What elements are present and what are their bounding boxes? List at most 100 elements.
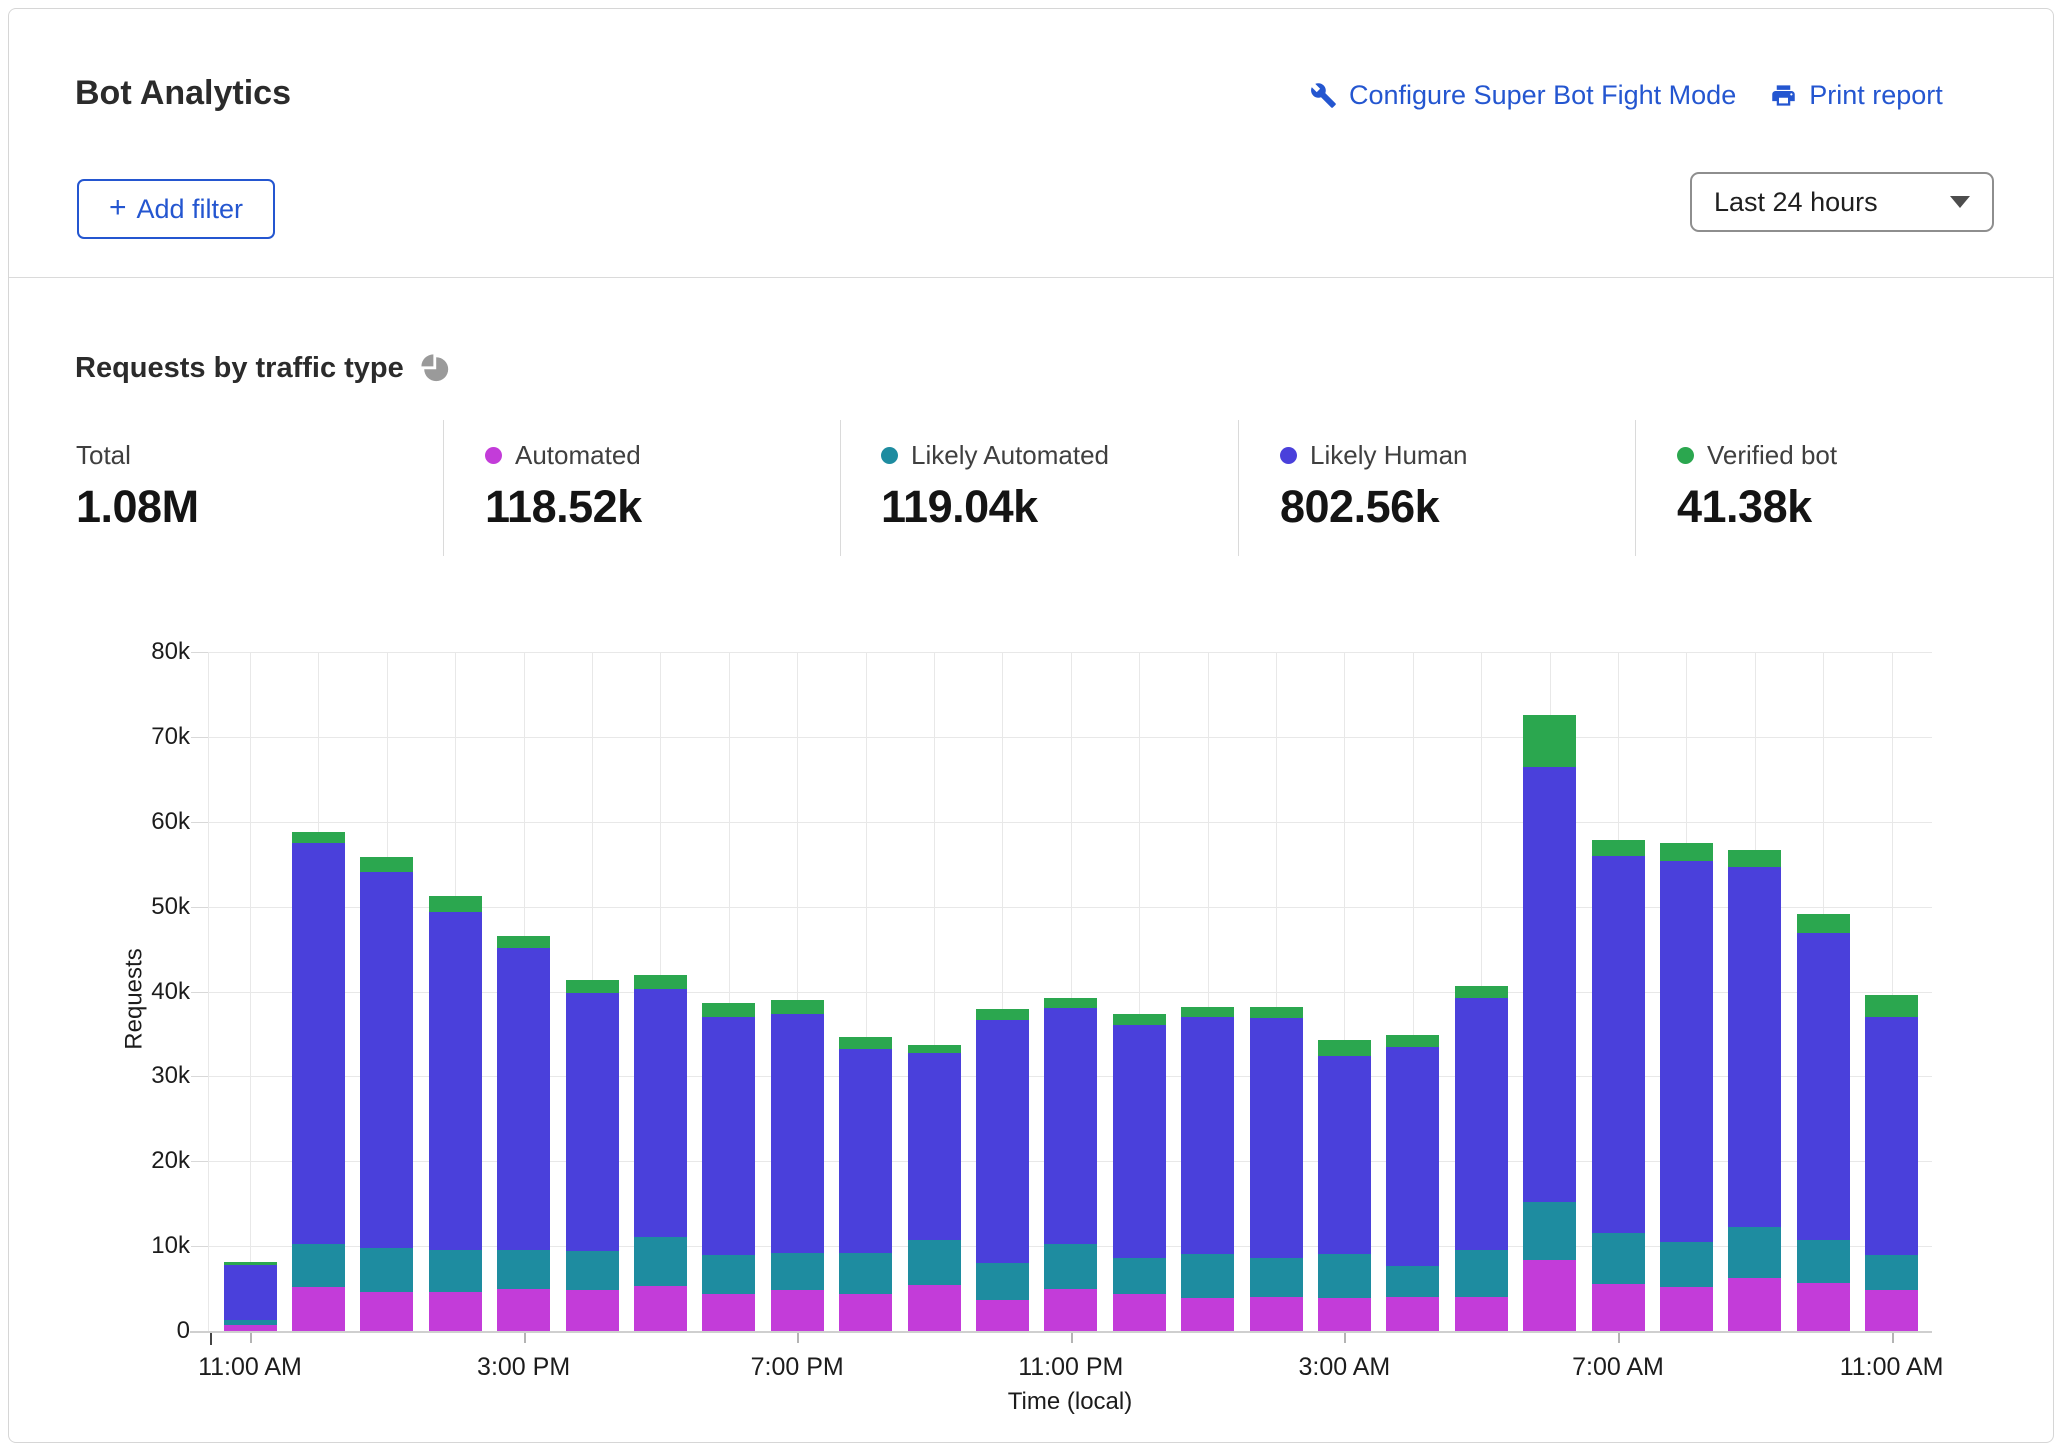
bar-segment-likely-human[interactable] (1455, 998, 1508, 1250)
bar-segment-automated[interactable] (1523, 1260, 1576, 1331)
stacked-bar[interactable] (1592, 652, 1645, 1331)
bar-segment-automated[interactable] (702, 1294, 755, 1331)
bar-segment-verified-bot[interactable] (429, 896, 482, 911)
bar-segment-likely-automated[interactable] (1044, 1244, 1097, 1289)
bar-segment-likely-human[interactable] (497, 948, 550, 1249)
bar-segment-likely-human[interactable] (771, 1014, 824, 1252)
bar-segment-automated[interactable] (1044, 1289, 1097, 1331)
bar-segment-verified-bot[interactable] (1728, 850, 1781, 867)
stacked-bar[interactable] (908, 652, 961, 1331)
bar-segment-verified-bot[interactable] (566, 980, 619, 994)
stacked-bar[interactable] (1318, 652, 1371, 1331)
bar-segment-automated[interactable] (1865, 1290, 1918, 1331)
bar-segment-verified-bot[interactable] (1523, 715, 1576, 767)
bar-segment-likely-automated[interactable] (1865, 1255, 1918, 1290)
bar-segment-automated[interactable] (1592, 1284, 1645, 1331)
stacked-bar[interactable] (1113, 652, 1166, 1331)
bar-segment-likely-automated[interactable] (1113, 1258, 1166, 1294)
bar-segment-automated[interactable] (1728, 1278, 1781, 1331)
bar-segment-likely-human[interactable] (1728, 867, 1781, 1228)
stacked-bar[interactable] (497, 652, 550, 1331)
bar-segment-automated[interactable] (1386, 1297, 1439, 1331)
bar-segment-likely-automated[interactable] (1181, 1254, 1234, 1298)
stacked-bar[interactable] (771, 652, 824, 1331)
bar-segment-likely-automated[interactable] (1728, 1227, 1781, 1277)
stacked-bar[interactable] (566, 652, 619, 1331)
bar-segment-automated[interactable] (1250, 1297, 1303, 1331)
bar-segment-likely-automated[interactable] (292, 1244, 345, 1287)
stacked-bar[interactable] (702, 652, 755, 1331)
bar-segment-likely-human[interactable] (1250, 1018, 1303, 1258)
bar-segment-automated[interactable] (1318, 1298, 1371, 1331)
bar-segment-likely-automated[interactable] (1250, 1258, 1303, 1297)
stacked-bar[interactable] (976, 652, 1029, 1331)
bar-segment-verified-bot[interactable] (360, 857, 413, 872)
bar-segment-verified-bot[interactable] (839, 1037, 892, 1050)
stacked-bar[interactable] (1865, 652, 1918, 1331)
bar-segment-automated[interactable] (497, 1289, 550, 1331)
bar-segment-likely-human[interactable] (292, 843, 345, 1244)
bar-segment-verified-bot[interactable] (976, 1009, 1029, 1021)
bar-segment-verified-bot[interactable] (1455, 986, 1508, 998)
bar-segment-automated[interactable] (429, 1292, 482, 1331)
bar-segment-verified-bot[interactable] (292, 832, 345, 843)
bar-segment-automated[interactable] (1113, 1294, 1166, 1331)
bar-segment-automated[interactable] (771, 1290, 824, 1331)
stacked-bar[interactable] (224, 652, 277, 1331)
stacked-bar[interactable] (1455, 652, 1508, 1331)
bar-segment-verified-bot[interactable] (634, 975, 687, 989)
bar-segment-likely-human[interactable] (1797, 933, 1850, 1240)
bar-segment-likely-automated[interactable] (1592, 1233, 1645, 1284)
bar-segment-verified-bot[interactable] (1386, 1035, 1439, 1047)
bar-segment-automated[interactable] (360, 1292, 413, 1331)
bar-segment-likely-automated[interactable] (566, 1251, 619, 1290)
bar-segment-automated[interactable] (1797, 1283, 1850, 1331)
stacked-bar[interactable] (634, 652, 687, 1331)
bar-segment-verified-bot[interactable] (702, 1003, 755, 1017)
bar-segment-automated[interactable] (908, 1285, 961, 1331)
bar-segment-likely-human[interactable] (1592, 856, 1645, 1234)
bar-segment-verified-bot[interactable] (1592, 840, 1645, 856)
stacked-bar[interactable] (1797, 652, 1850, 1331)
bar-segment-automated[interactable] (839, 1294, 892, 1331)
bar-segment-verified-bot[interactable] (1797, 914, 1850, 933)
bar-segment-verified-bot[interactable] (1044, 998, 1097, 1007)
bar-segment-verified-bot[interactable] (1250, 1007, 1303, 1018)
bar-segment-automated[interactable] (1181, 1298, 1234, 1331)
bar-segment-likely-automated[interactable] (1523, 1202, 1576, 1260)
bar-segment-likely-automated[interactable] (908, 1240, 961, 1285)
bar-segment-likely-automated[interactable] (634, 1237, 687, 1286)
stacked-bar[interactable] (292, 652, 345, 1331)
bar-segment-likely-human[interactable] (1318, 1056, 1371, 1254)
bar-segment-likely-human[interactable] (1386, 1047, 1439, 1266)
bar-segment-likely-automated[interactable] (839, 1253, 892, 1294)
bar-segment-likely-human[interactable] (1523, 767, 1576, 1202)
bar-segment-likely-automated[interactable] (976, 1263, 1029, 1299)
bar-segment-automated[interactable] (976, 1300, 1029, 1331)
bar-segment-likely-human[interactable] (839, 1049, 892, 1253)
bar-segment-likely-human[interactable] (1865, 1017, 1918, 1255)
bar-segment-verified-bot[interactable] (1660, 843, 1713, 861)
bar-segment-likely-human[interactable] (976, 1020, 1029, 1263)
bar-segment-verified-bot[interactable] (1865, 995, 1918, 1017)
bar-segment-likely-human[interactable] (634, 989, 687, 1237)
bar-segment-automated[interactable] (292, 1287, 345, 1331)
stacked-bar[interactable] (1181, 652, 1234, 1331)
bar-segment-verified-bot[interactable] (1181, 1007, 1234, 1017)
bar-segment-likely-automated[interactable] (1455, 1250, 1508, 1297)
bar-segment-likely-automated[interactable] (702, 1255, 755, 1294)
stacked-bar[interactable] (1523, 652, 1576, 1331)
bar-segment-verified-bot[interactable] (1318, 1040, 1371, 1056)
stacked-bar[interactable] (360, 652, 413, 1331)
bar-segment-verified-bot[interactable] (1113, 1014, 1166, 1025)
stacked-bar[interactable] (1386, 652, 1439, 1331)
bar-segment-likely-human[interactable] (566, 993, 619, 1251)
bar-segment-likely-human[interactable] (1044, 1008, 1097, 1244)
bar-segment-likely-human[interactable] (1113, 1025, 1166, 1258)
bar-segment-likely-automated[interactable] (1318, 1254, 1371, 1298)
bar-segment-likely-human[interactable] (360, 872, 413, 1248)
bar-segment-likely-automated[interactable] (429, 1250, 482, 1292)
stacked-bar[interactable] (1728, 652, 1781, 1331)
bar-segment-automated[interactable] (566, 1290, 619, 1331)
bar-segment-verified-bot[interactable] (908, 1045, 961, 1053)
